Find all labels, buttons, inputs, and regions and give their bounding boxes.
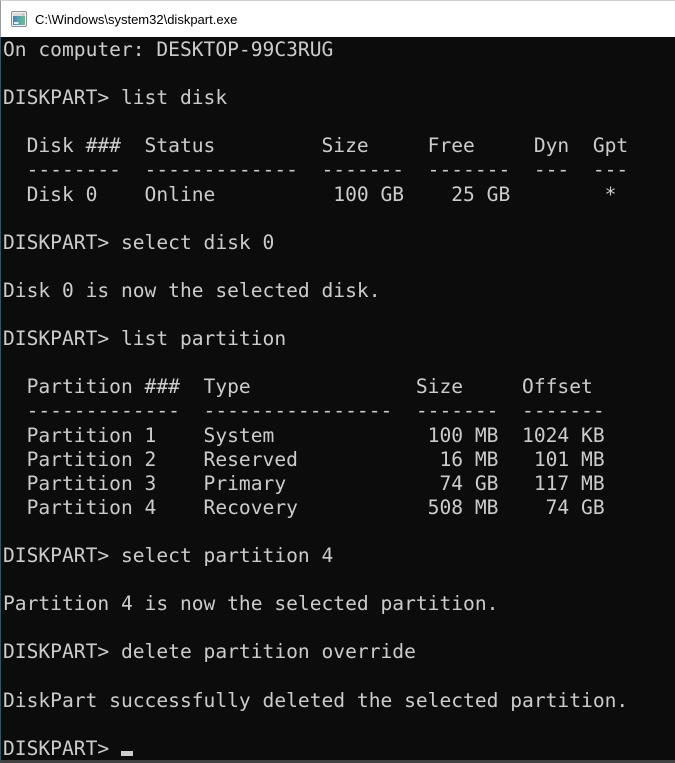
partition-table-row: Partition 4 Recovery 508 MB 74 GB xyxy=(3,496,675,520)
title-bar[interactable]: C:\Windows\system32\diskpart.exe xyxy=(0,0,675,37)
console-line xyxy=(3,207,675,231)
console-line xyxy=(3,616,675,640)
disk-table-separator: -------- ------------- ------- ------- -… xyxy=(3,158,675,182)
console-line xyxy=(3,568,675,592)
console-line xyxy=(3,303,675,327)
console-line: DISKPART> list disk xyxy=(3,86,675,110)
partition-table-header: Partition ### Type Size Offset xyxy=(3,375,675,399)
prompt-line[interactable]: DISKPART> xyxy=(3,737,675,761)
console-line: DISKPART> delete partition override xyxy=(3,640,675,664)
text-cursor xyxy=(121,751,133,756)
partition-table-row: Partition 3 Primary 74 GB 117 MB xyxy=(3,472,675,496)
console-line: DISKPART> list partition xyxy=(3,327,675,351)
console-line xyxy=(3,351,675,375)
partition-table-row: Partition 1 System 100 MB 1024 KB xyxy=(3,424,675,448)
console-line: Disk 0 is now the selected disk. xyxy=(3,279,675,303)
console-line xyxy=(3,664,675,688)
console-line: DISKPART> select partition 4 xyxy=(3,544,675,568)
disk-table-row: Disk 0 Online 100 GB 25 GB * xyxy=(3,183,675,207)
console-line: DiskPart successfully deleted the select… xyxy=(3,689,675,713)
console-line xyxy=(3,110,675,134)
partition-table-row: Partition 2 Reserved 16 MB 101 MB xyxy=(3,448,675,472)
console-line: On computer: DESKTOP-99C3RUG xyxy=(3,38,675,62)
disk-table-header: Disk ### Status Size Free Dyn Gpt xyxy=(3,134,675,158)
console-line: Partition 4 is now the selected partitio… xyxy=(3,592,675,616)
console-line: DISKPART> select disk 0 xyxy=(3,231,675,255)
console-line xyxy=(3,713,675,737)
prompt-text: DISKPART> xyxy=(3,737,121,760)
diskpart-console-window: C:\Windows\system32\diskpart.exe On comp… xyxy=(0,0,675,763)
console-line xyxy=(3,520,675,544)
window-title: C:\Windows\system32\diskpart.exe xyxy=(35,12,237,27)
console-window-icon[interactable] xyxy=(11,11,27,27)
console-line xyxy=(3,62,675,86)
console-line xyxy=(3,255,675,279)
partition-table-separator: ------------- ---------------- ------- -… xyxy=(3,399,675,423)
console-output[interactable]: On computer: DESKTOP-99C3RUG DISKPART> l… xyxy=(0,37,675,763)
